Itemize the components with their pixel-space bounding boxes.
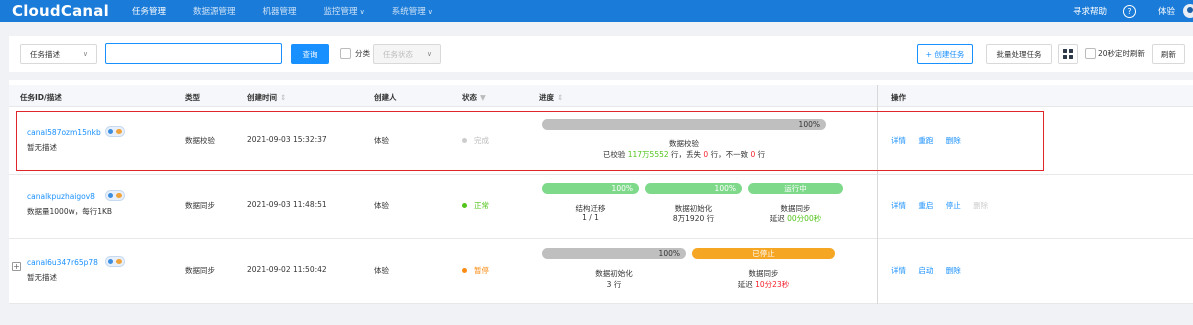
sort-icon[interactable]: ⇕ <box>280 93 286 102</box>
sort-icon[interactable]: ⇕ <box>557 93 563 102</box>
table-row: canal587ozm15nkb 暂无描述 数据校验 2021-09-03 15… <box>9 107 1193 175</box>
grid-view-button[interactable] <box>1058 44 1078 64</box>
datasource-badge-icon <box>105 256 125 267</box>
task-id-link[interactable]: canal587ozm15nkb <box>27 128 101 137</box>
task-table: 任务ID/描述 类型 创建时间 ⇕ 创建人 状态 ▼ 进度 ⇕ 操作 canal587… <box>9 80 1193 304</box>
progress-bar-check: 100% <box>542 119 826 130</box>
detail-link[interactable]: 详情 <box>891 136 906 145</box>
col-header-status[interactable]: 状态 ▼ <box>462 92 486 103</box>
col-header-creator: 创建人 <box>374 93 397 102</box>
progress-bar-schema: 100% <box>542 183 639 194</box>
expand-icon[interactable]: + <box>12 262 21 271</box>
task-description: 暂无描述 <box>27 273 57 282</box>
progress-stage-value: 8万1920 行 <box>672 214 715 223</box>
task-description: 数据量1000w，每行1KB <box>27 207 113 216</box>
row-actions: 详情 启动 删除 <box>891 265 971 276</box>
filter-icon[interactable]: ▼ <box>480 93 486 102</box>
top-nav-bar: CloudCanal 任务管理 数据源管理 机器管理 监控管理 ∨ 系统管理 ∨ 寻… <box>0 0 1193 22</box>
rerun-link[interactable]: 重跑 <box>918 136 933 145</box>
progress-bar-sync: 运行中 <box>748 183 843 194</box>
table-row: + canal6u347r65p78 暂无描述 数据同步 2021-09-02 … <box>9 239 1193 304</box>
app-logo[interactable]: CloudCanal <box>12 2 132 20</box>
detail-link[interactable]: 详情 <box>891 201 906 210</box>
delete-link[interactable]: 删除 <box>973 201 988 210</box>
delete-link[interactable]: 删除 <box>946 266 961 275</box>
chevron-down-icon: ∨ <box>359 8 365 16</box>
progress-bar-sync: 已停止 <box>692 248 835 259</box>
actions-column-divider <box>877 85 878 304</box>
task-creator: 体验 <box>374 266 389 275</box>
task-type: 数据校验 <box>185 136 215 145</box>
task-id-link[interactable]: canalkpuzhaigov8 <box>27 192 95 201</box>
table-header: 任务ID/描述 类型 创建时间 ⇕ 创建人 状态 ▼ 进度 ⇕ 操作 <box>9 85 1193 107</box>
task-created-time: 2021-09-03 11:48:51 <box>247 200 327 209</box>
refresh-button[interactable]: 刷新 <box>1152 44 1185 64</box>
chevron-down-icon: ∨ <box>426 50 432 58</box>
progress-stage-label: 数据初始化 <box>595 269 633 278</box>
classify-checkbox[interactable] <box>340 48 351 59</box>
chevron-down-icon: ∨ <box>82 50 88 58</box>
col-header-progress[interactable]: 进度 ⇕ <box>539 92 563 103</box>
row-actions: 详情 重启 停止 删除 <box>891 200 998 211</box>
detail-link[interactable]: 详情 <box>891 266 906 275</box>
task-id-link[interactable]: canal6u347r65p78 <box>27 258 98 267</box>
progress-stage-value: 延迟 10分23秒 <box>737 280 790 289</box>
progress-stage-value: 3 行 <box>606 280 622 289</box>
progress-stage-label: 数据校验 <box>669 139 699 148</box>
auto-refresh-checkbox[interactable] <box>1085 48 1096 59</box>
restart-link[interactable]: 重启 <box>918 201 933 210</box>
task-type: 数据同步 <box>185 266 215 275</box>
status-dot-icon <box>462 202 467 208</box>
task-description: 暂无描述 <box>27 143 57 152</box>
status-dot-icon <box>462 137 467 143</box>
task-status-select[interactable]: 任务状态 ∨ <box>373 44 441 64</box>
col-header-created[interactable]: 创建时间 ⇕ <box>247 92 286 103</box>
create-task-button[interactable]: + 创建任务 <box>917 44 973 64</box>
filter-toolbar: 任务描述 ∨ 查询 分类 任务状态 ∨ + 创建任务 批量处理任务 20秒定时刷… <box>9 36 1193 72</box>
col-header-id: 任务ID/描述 <box>20 93 62 102</box>
status-dot-icon <box>462 267 467 273</box>
progress-stage-label: 数据同步 <box>748 269 779 278</box>
nav-item-datasources[interactable]: 数据源管理 <box>193 5 236 17</box>
table-row: canalkpuzhaigov8 数据量1000w，每行1KB 数据同步 202… <box>9 175 1193 239</box>
task-created-time: 2021-09-02 11:50:42 <box>247 265 327 274</box>
question-icon[interactable]: ? <box>1122 4 1136 18</box>
task-created-time: 2021-09-03 15:32:37 <box>247 135 327 144</box>
grid-icon <box>1063 49 1068 54</box>
stop-link[interactable]: 停止 <box>946 201 961 210</box>
user-name[interactable]: 体验 <box>1158 5 1175 17</box>
start-link[interactable]: 启动 <box>918 266 933 275</box>
progress-bar-init: 100% <box>542 248 686 259</box>
datasource-badge-icon <box>105 126 125 137</box>
batch-process-button[interactable]: 批量处理任务 <box>986 44 1052 64</box>
nav-item-machines[interactable]: 机器管理 <box>263 5 297 17</box>
progress-detail: 已校验 117万5552 行，丢失 0 行，不一致 0 行 <box>602 150 766 159</box>
task-type: 数据同步 <box>185 201 215 210</box>
search-input[interactable] <box>105 43 282 64</box>
task-creator: 体验 <box>374 136 389 145</box>
row-actions: 详情 重跑 删除 <box>891 135 971 146</box>
status-badge: 暂停 <box>462 265 489 276</box>
nav-item-monitoring[interactable]: 监控管理 ∨ <box>324 5 365 17</box>
nav-item-system[interactable]: 系统管理 ∨ <box>392 5 433 17</box>
delete-link[interactable]: 删除 <box>946 136 961 145</box>
datasource-badge-icon <box>105 190 125 201</box>
col-header-actions: 操作 <box>891 93 906 102</box>
status-badge: 正常 <box>462 200 489 211</box>
progress-bar-init: 100% <box>645 183 742 194</box>
search-button[interactable]: 查询 <box>291 44 329 64</box>
task-creator: 体验 <box>374 201 389 210</box>
status-badge: 完成 <box>462 135 489 146</box>
progress-stage-value: 延迟 00分00秒 <box>769 214 822 223</box>
classify-label: 分类 <box>355 49 370 58</box>
nav-item-tasks[interactable]: 任务管理 <box>132 5 166 17</box>
progress-stage-value: 1 / 1 <box>582 213 599 222</box>
col-header-type: 类型 <box>185 93 200 102</box>
help-link[interactable]: 寻求帮助 <box>1073 5 1107 17</box>
chevron-down-icon: ∨ <box>427 8 433 16</box>
filter-field-select[interactable]: 任务描述 ∨ <box>20 44 97 64</box>
avatar[interactable] <box>1183 4 1193 18</box>
auto-refresh-label: 20秒定时刷新 <box>1098 49 1146 58</box>
